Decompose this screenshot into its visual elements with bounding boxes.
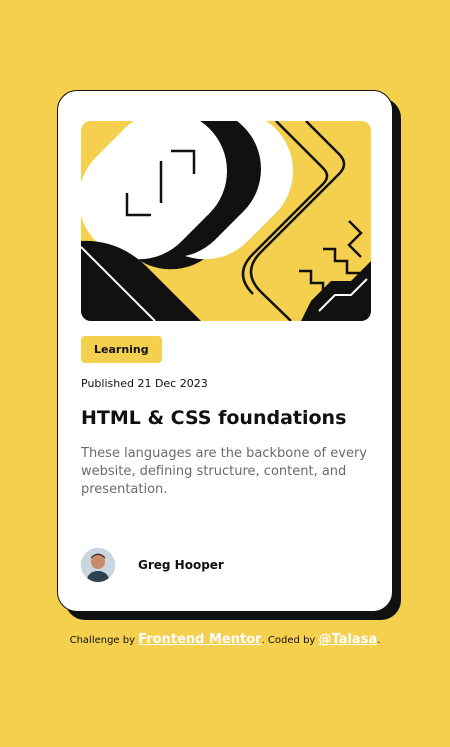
card-description: These languages are the backbone of ever… [81,446,367,497]
attribution-prefix: Challenge by [69,635,136,646]
attribution: Challenge by Frontend Mentor. Coded by @… [0,632,450,647]
published-date: Published 21 Dec 2023 [81,377,208,390]
author-name: Greg Hooper [138,558,224,572]
hero-illustration [81,121,371,321]
attribution-suffix: . [377,635,381,646]
author-avatar [81,548,115,582]
attribution-middle: . Coded by [261,635,316,646]
frontend-mentor-link[interactable]: Frontend Mentor [138,632,261,647]
blog-preview-card: Learning Published 21 Dec 2023 HTML & CS… [57,90,393,612]
author-profile-link[interactable]: @Talasa [319,632,378,647]
category-tag: Learning [81,336,162,363]
card-title[interactable]: HTML & CSS foundations [81,406,369,430]
author: Greg Hooper [81,548,224,582]
